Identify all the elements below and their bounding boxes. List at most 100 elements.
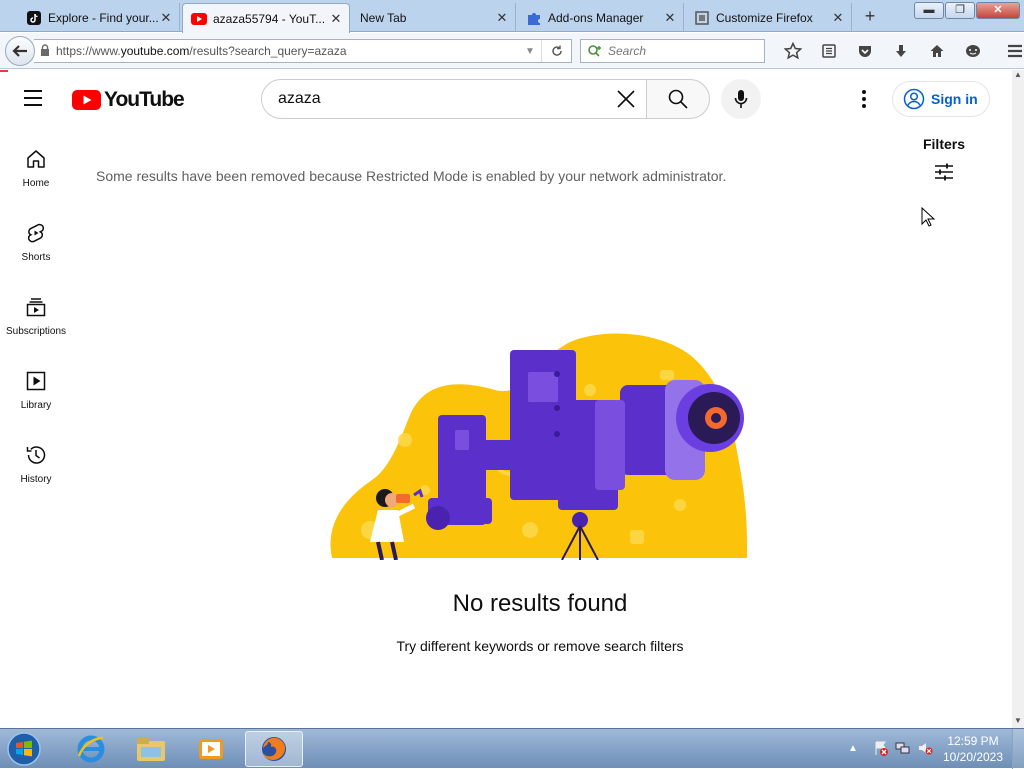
url-prefix: https://www. — [56, 44, 121, 58]
clock-time: 12:59 PM — [947, 734, 999, 748]
tab-customize[interactable]: Customize Firefox ✕ — [686, 3, 852, 32]
customize-icon — [694, 10, 710, 26]
tab-new-tab[interactable]: New Tab ✕ — [352, 3, 516, 32]
sidebar-item-history[interactable]: History — [0, 436, 72, 510]
youtube-wordmark: YouTube — [104, 88, 185, 111]
youtube-play-icon — [72, 90, 101, 110]
library-icon — [26, 371, 46, 391]
no-results-title: No results found — [452, 590, 628, 617]
system-tray: ▲ — [842, 737, 936, 759]
taskbar-firefox[interactable] — [245, 731, 303, 767]
filters-button[interactable]: Filters — [920, 136, 968, 182]
close-icon[interactable]: ✕ — [159, 10, 173, 26]
restricted-mode-notice: Some results have been removed because R… — [96, 168, 727, 184]
url-path: /results?search_query=azaza — [189, 44, 347, 58]
tiktok-icon — [26, 10, 42, 26]
close-icon[interactable]: ✕ — [495, 10, 509, 26]
home-icon[interactable] — [919, 39, 955, 63]
close-icon[interactable]: ✕ — [831, 10, 845, 26]
start-button[interactable] — [4, 731, 44, 767]
close-icon[interactable]: ✕ — [663, 10, 677, 26]
youtube-logo[interactable]: YouTube — [72, 88, 185, 112]
new-tab-button[interactable]: + — [860, 6, 880, 27]
no-results-illustration — [330, 333, 748, 560]
account-icon — [903, 88, 925, 110]
firefox-icon — [262, 737, 286, 761]
url-text[interactable]: https://www.youtube.com/results?search_q… — [56, 44, 519, 58]
reading-list-icon[interactable] — [811, 39, 847, 63]
microphone-icon — [734, 90, 748, 108]
tab-label: azaza55794 - YouT... — [213, 11, 326, 26]
more-options-icon[interactable] — [852, 87, 876, 111]
scroll-down-icon[interactable]: ▼ — [1012, 716, 1024, 728]
sidebar-item-shorts[interactable]: Shorts — [0, 214, 72, 288]
media-player-icon — [199, 739, 223, 759]
youtube-search-button[interactable] — [646, 79, 710, 119]
windows-logo-icon — [7, 732, 41, 766]
youtube-icon — [191, 11, 207, 27]
tab-label: New Tab — [360, 10, 407, 25]
window-controls: ▬ ❐ ✕ — [913, 2, 1020, 19]
menu-icon[interactable] — [997, 39, 1024, 63]
download-icon[interactable] — [883, 39, 919, 63]
close-icon[interactable]: ✕ — [329, 11, 343, 27]
home-icon — [27, 150, 45, 168]
lock-icon[interactable] — [40, 43, 50, 59]
scroll-up-icon[interactable]: ▲ — [1012, 70, 1024, 82]
close-window-button[interactable]: ✕ — [976, 2, 1020, 19]
sidebar: Home Shorts Subscriptions Library Histor… — [0, 140, 72, 510]
taskbar-explorer[interactable] — [122, 731, 180, 767]
bookmark-star-icon[interactable] — [775, 39, 811, 63]
reload-icon[interactable] — [541, 40, 571, 62]
sidebar-item-library[interactable]: Library — [0, 362, 72, 436]
tab-addons[interactable]: Add-ons Manager ✕ — [518, 3, 684, 32]
search-placeholder: Search — [608, 44, 647, 58]
show-desktop-button[interactable] — [1012, 729, 1024, 769]
no-results-hint: Try different keywords or remove search … — [396, 638, 684, 654]
page-scrollbar[interactable]: ▲ ▼ — [1012, 70, 1024, 728]
taskbar-clock[interactable]: 12:59 PM 10/20/2023 — [938, 733, 1008, 765]
tab-label: Add-ons Manager — [548, 10, 644, 25]
youtube-search-input[interactable]: azaza — [261, 79, 647, 119]
url-dropdown-icon[interactable]: ▼ — [519, 46, 541, 57]
pocket-icon[interactable] — [847, 39, 883, 63]
url-bar[interactable]: https://www.youtube.com/results?search_q… — [34, 39, 572, 63]
sidebar-item-home[interactable]: Home — [0, 140, 72, 214]
network-icon[interactable] — [892, 737, 914, 759]
ie-icon — [77, 735, 105, 763]
history-icon — [26, 446, 46, 464]
windows-taskbar: ▲ 12:59 PM 10/20/2023 — [0, 728, 1024, 769]
show-hidden-icons-icon[interactable]: ▲ — [842, 737, 864, 759]
sign-in-label: Sign in — [931, 91, 978, 107]
action-center-flag-icon[interactable] — [870, 737, 892, 759]
clear-search-icon[interactable] — [606, 89, 646, 109]
shorts-icon — [27, 223, 45, 243]
toolbar-icons — [775, 39, 1024, 63]
tab-strip: Explore - Find your... ✕ azaza55794 - Yo… — [0, 0, 1024, 33]
tab-label: Customize Firefox — [716, 10, 813, 25]
maximize-button[interactable]: ❐ — [945, 2, 975, 19]
url-host: youtube.com — [120, 44, 190, 58]
chat-icon[interactable] — [955, 39, 991, 63]
minimize-button[interactable]: ▬ — [914, 2, 944, 19]
sidebar-item-label: History — [20, 474, 52, 485]
filters-label: Filters — [922, 136, 965, 152]
tab-tiktok[interactable]: Explore - Find your... ✕ — [18, 3, 180, 32]
search-icon — [588, 45, 601, 57]
volume-muted-icon[interactable] — [914, 737, 936, 759]
sidebar-item-subscriptions[interactable]: Subscriptions — [0, 288, 72, 362]
tab-label: Explore - Find your... — [48, 10, 159, 25]
browser-search-input[interactable]: Search — [580, 39, 765, 63]
navigation-bar: https://www.youtube.com/results?search_q… — [0, 33, 1024, 69]
taskbar-ie[interactable] — [62, 731, 120, 767]
sign-in-button[interactable]: Sign in — [892, 81, 990, 117]
taskbar-media-player[interactable] — [182, 731, 240, 767]
subscriptions-icon — [26, 298, 46, 317]
hamburger-menu-icon[interactable] — [24, 90, 48, 108]
filter-sliders-icon — [935, 163, 953, 181]
tab-youtube[interactable]: azaza55794 - YouT... ✕ — [182, 3, 350, 33]
back-button[interactable] — [5, 36, 35, 66]
puzzle-icon — [526, 10, 542, 26]
sidebar-item-label: Library — [20, 400, 52, 411]
voice-search-button[interactable] — [721, 79, 761, 119]
